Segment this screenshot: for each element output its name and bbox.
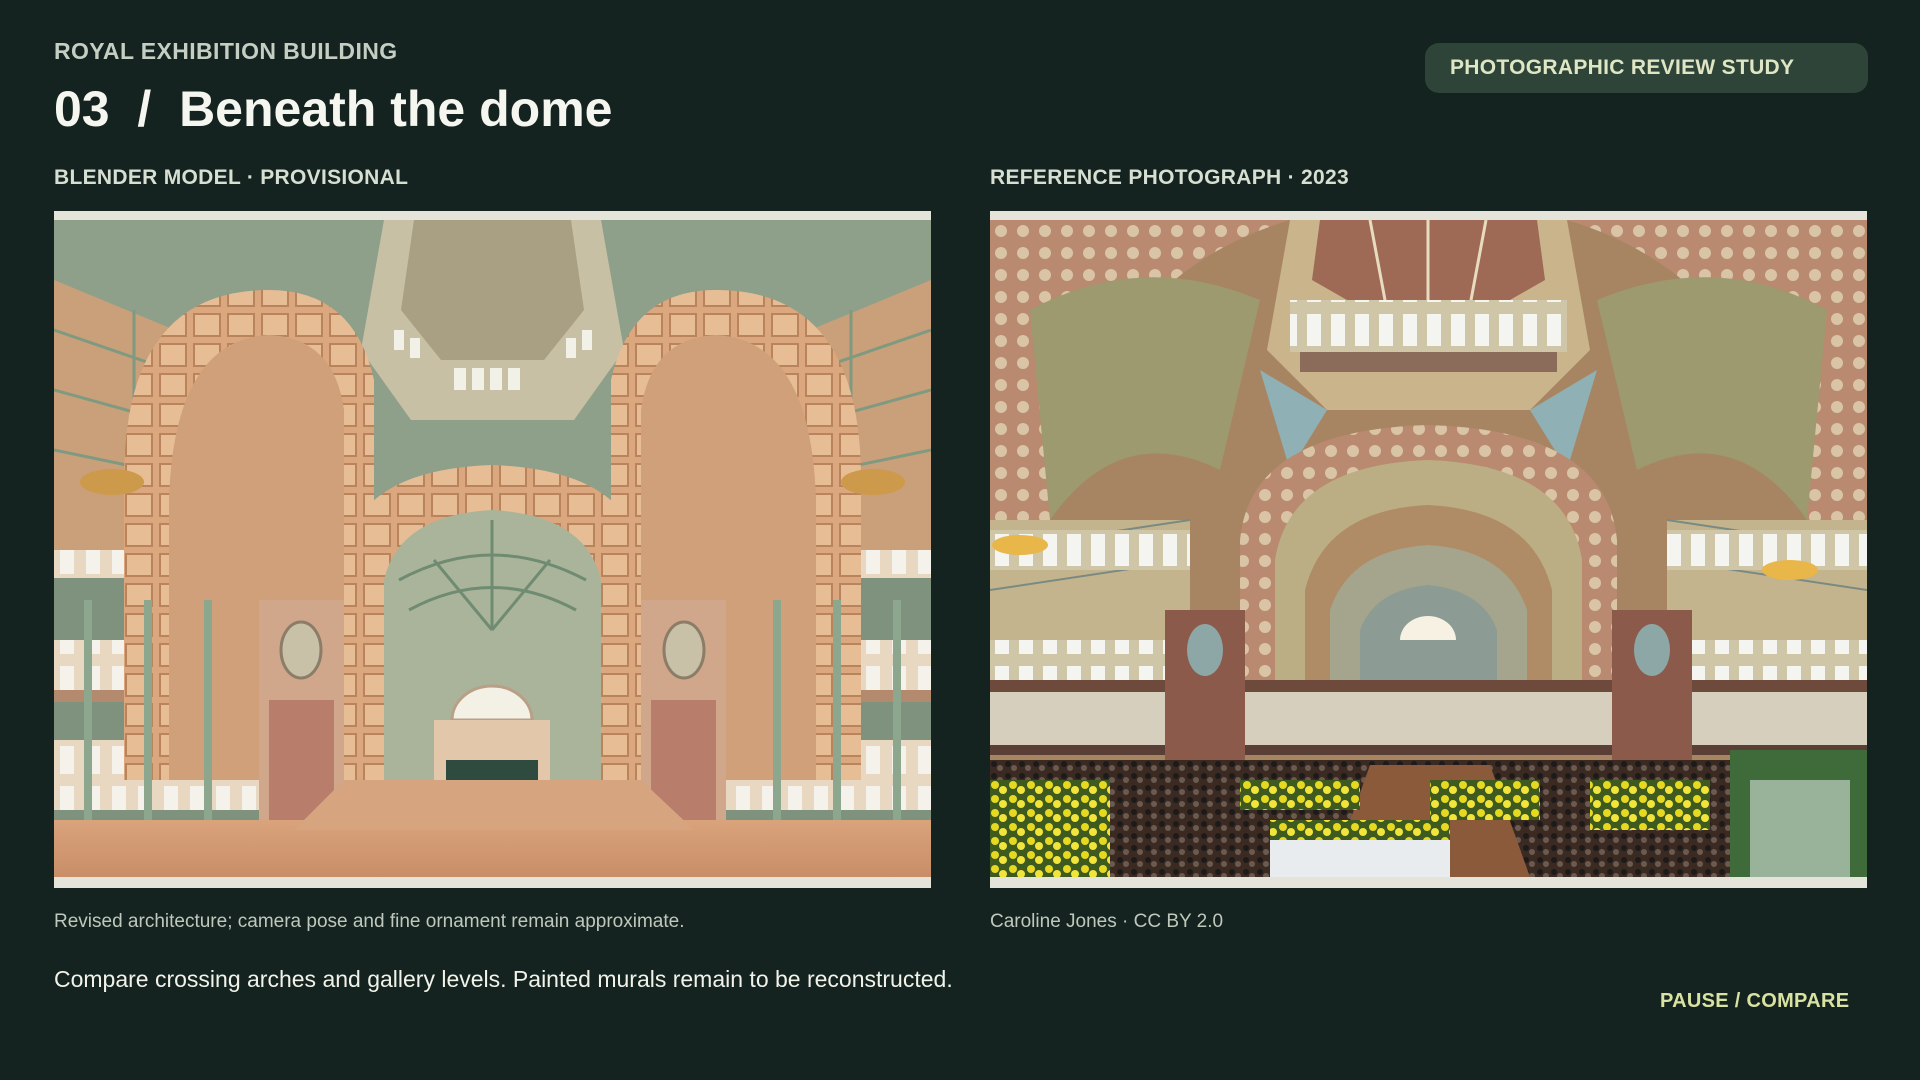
- model-render-frame: [54, 211, 931, 888]
- reference-photo-frame: [990, 211, 1867, 888]
- reference-photo-image: [990, 220, 1867, 877]
- model-caption: Revised architecture; camera pose and fi…: [54, 911, 685, 932]
- study-type-badge: PHOTOGRAPHIC REVIEW STUDY: [1425, 43, 1868, 93]
- pause-compare-button[interactable]: PAUSE / COMPARE: [1660, 990, 1849, 1013]
- section-eyebrow: ROYAL EXHIBITION BUILDING: [54, 38, 398, 64]
- page-title: 03 / Beneath the dome: [54, 81, 613, 137]
- photo-panel-label: REFERENCE PHOTOGRAPH · 2023: [990, 166, 1349, 189]
- photo-credit-caption: Caroline Jones · CC BY 2.0: [990, 911, 1224, 932]
- comparison-note: Compare crossing arches and gallery leve…: [54, 966, 953, 992]
- model-panel-label: BLENDER MODEL · PROVISIONAL: [54, 166, 409, 189]
- model-render-image: [54, 220, 931, 877]
